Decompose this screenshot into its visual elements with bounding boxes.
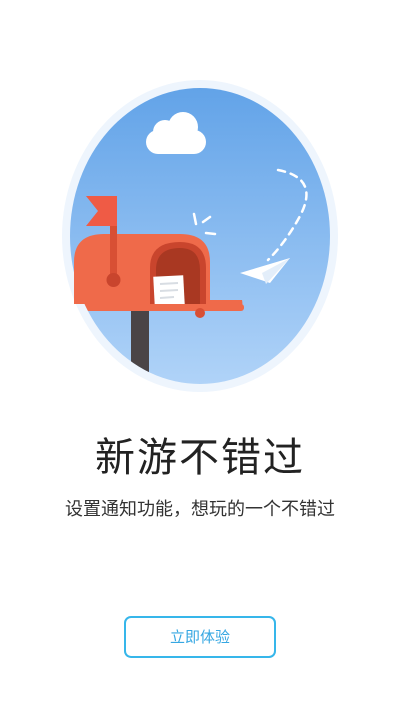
illustration-svg [62, 80, 338, 392]
page-title: 新游不错过 [95, 435, 305, 481]
notification-illustration [0, 0, 400, 420]
onboarding-screen: 新游不错过 设置通知功能，想玩的一个不错过 立即体验 [0, 0, 400, 710]
letter-icon [153, 275, 185, 307]
page-subtitle: 设置通知功能，想玩的一个不错过 [65, 499, 335, 520]
try-now-button[interactable]: 立即体验 [124, 616, 276, 658]
